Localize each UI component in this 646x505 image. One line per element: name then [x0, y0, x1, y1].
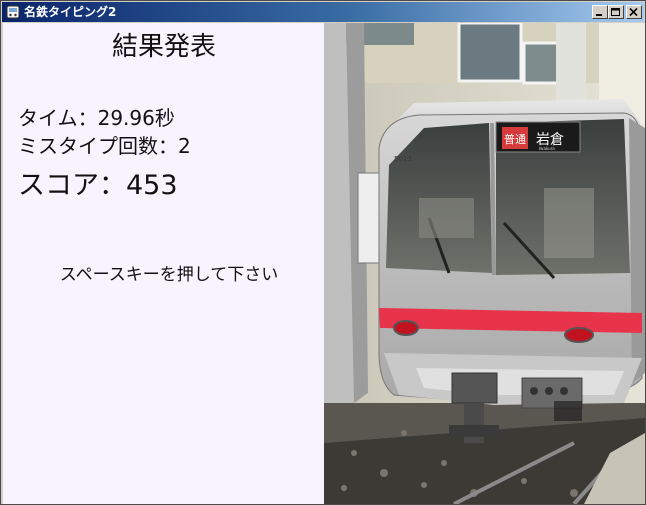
title-bar[interactable]: 名鉄タイピング2 [2, 2, 644, 22]
maximize-icon [611, 8, 620, 16]
results-heading: 結果発表 [111, 32, 216, 62]
app-window: 名鉄タイピング2 結果発表 タイム：29.96秒 ミスタイプ回数：2 スコア：4… [0, 0, 646, 505]
svg-text:普通: 普通 [504, 132, 526, 146]
close-icon [629, 8, 638, 17]
window-title: 名鉄タイピング2 [24, 5, 117, 19]
time-result: タイム：29.96秒 [18, 106, 175, 130]
minimize-icon [596, 14, 602, 16]
client-area: 結果発表 タイム：29.96秒 ミスタイプ回数：2 スコア：453 スペースキー… [3, 23, 645, 504]
svg-text:5013: 5013 [394, 155, 412, 163]
train-photo: 普通 岩倉 Iwakura 5013 [324, 23, 645, 504]
mistype-count: ミスタイプ回数：2 [18, 134, 191, 158]
minimize-button[interactable] [592, 5, 608, 19]
score-result: スコア：453 [18, 170, 178, 201]
close-button[interactable] [626, 5, 642, 19]
svg-text:Iwakura: Iwakura [539, 146, 555, 151]
space-key-prompt: スペースキーを押して下さい [59, 265, 279, 285]
app-icon [6, 5, 20, 19]
maximize-button[interactable] [608, 5, 624, 19]
